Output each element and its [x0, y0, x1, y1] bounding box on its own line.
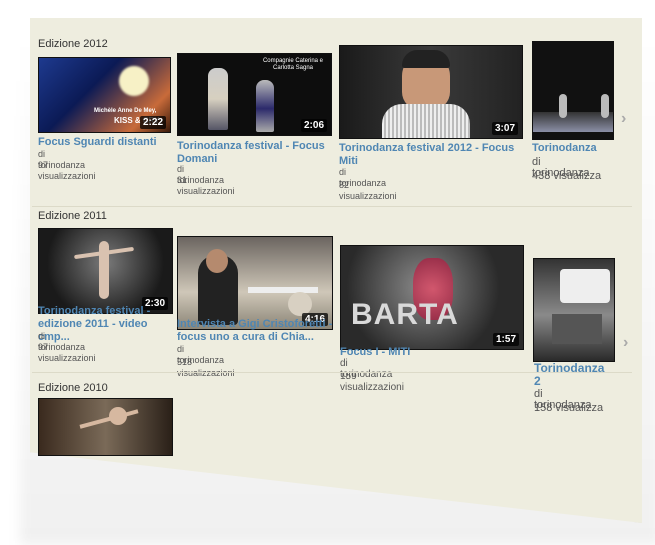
video-title[interactable]: Torinodanza: [532, 142, 612, 155]
video-title[interactable]: Torinodanza festival - Focus Domani: [177, 140, 337, 166]
video-thumbnail[interactable]: Compagnie Caterina e Carlotta Sagna 2:06: [177, 53, 332, 136]
chevron-right-icon[interactable]: ›: [621, 110, 626, 128]
video-views: 31 visualizzazioni: [177, 175, 235, 196]
video-title[interactable]: Intervista a Gigi Cristoforetti - focus …: [177, 318, 337, 344]
video-title[interactable]: Focus Sguardi distanti: [38, 136, 173, 149]
video-views: 97 visualizzazioni: [38, 160, 96, 181]
video-views: 438 visualizza: [532, 171, 602, 182]
video-thumbnail[interactable]: [38, 398, 173, 456]
section-title-2011: Edizione 2011: [38, 210, 107, 222]
row-separator: [32, 372, 632, 373]
video-views: 159 visualizzazioni: [340, 371, 404, 393]
video-duration: 1:57: [492, 333, 519, 346]
video-thumbnail[interactable]: 2:30: [38, 228, 173, 314]
video-views: 158 visualizza: [534, 403, 604, 414]
video-thumbnail[interactable]: Michèle Anne De Mey, KISS & CRY 2:22: [38, 57, 171, 133]
video-duration: 2:06: [300, 119, 327, 132]
channel-panel: Edizione 2012 Michèle Anne De Mey, KISS …: [0, 0, 655, 545]
video-thumbnail[interactable]: 3:07: [339, 45, 523, 139]
video-views: 518 visualizzazioni: [177, 357, 235, 378]
video-thumbnail[interactable]: BARTA 1:57: [340, 245, 524, 350]
video-title[interactable]: Torinodanza festival 2012 - Focus Miti: [339, 142, 519, 168]
row-separator: [32, 206, 632, 207]
video-views: 82 visualizzazioni: [339, 180, 397, 201]
video-thumbnail[interactable]: [532, 41, 614, 140]
video-thumbnail[interactable]: [533, 258, 615, 362]
thumbnail-overlay-text: Compagnie Caterina e Carlotta Sagna: [262, 58, 324, 71]
section-title-2010: Edizione 2010: [38, 382, 108, 394]
video-thumbnail[interactable]: 4:16: [177, 236, 333, 330]
video-duration: 2:22: [139, 116, 166, 129]
section-title-2012: Edizione 2012: [38, 38, 108, 50]
video-duration: 3:07: [491, 122, 518, 135]
video-title[interactable]: Torinodanza 2: [534, 362, 614, 388]
video-views: 97 visualizzazioni: [38, 342, 96, 363]
thumbnail-overlay-text: BARTA: [351, 298, 459, 331]
chevron-right-icon[interactable]: ›: [623, 334, 628, 352]
